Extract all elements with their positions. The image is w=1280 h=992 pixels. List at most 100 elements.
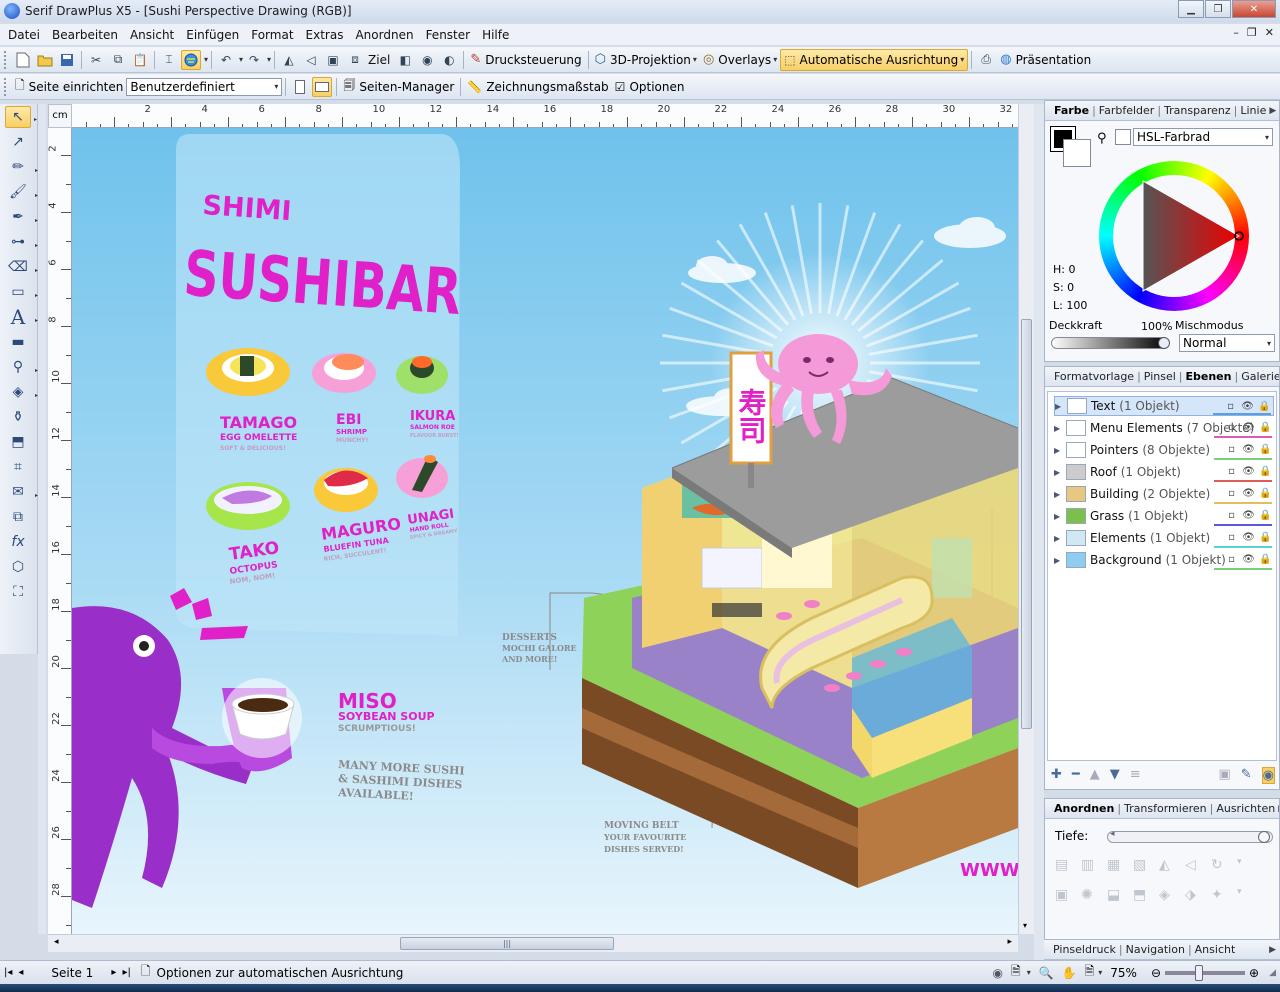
- layer-print-icon[interactable]: ▫: [1225, 531, 1238, 543]
- function-tool-icon[interactable]: fx: [5, 531, 31, 553]
- layer-row[interactable]: ▶ Roof (1 Objekt) ▫ 👁 🔒: [1054, 462, 1274, 482]
- eye-icon[interactable]: 👁: [1242, 553, 1255, 565]
- praesentation-button[interactable]: ◍ Präsentation: [997, 49, 1094, 71]
- intersect-icon[interactable]: ◉: [417, 50, 437, 70]
- layer-print-icon[interactable]: ▫: [1225, 487, 1238, 499]
- overlays-button[interactable]: ◎ Overlays ▾: [700, 49, 780, 71]
- first-page-button[interactable]: |◂: [4, 967, 12, 978]
- color-mode-select[interactable]: HSL-Farbrad ▾: [1133, 128, 1273, 146]
- web-globe-icon[interactable]: [181, 49, 201, 70]
- group-icon[interactable]: ▣: [323, 50, 343, 70]
- vertical-scrollbar[interactable]: ▾: [1018, 104, 1034, 934]
- exclude-shapes-icon[interactable]: ⬗: [1185, 887, 1211, 903]
- auto-ausrichtung-button[interactable]: ⬚ Automatische Ausrichtung ▾: [780, 48, 969, 71]
- layer-print-icon[interactable]: ▫: [1225, 509, 1238, 521]
- eye-icon[interactable]: 👁: [1242, 531, 1255, 543]
- zoom-out-icon[interactable]: ⊖: [1151, 966, 1161, 980]
- expand-arrow-icon[interactable]: ▶: [1054, 490, 1064, 499]
- tab-ansicht[interactable]: Ansicht: [1192, 943, 1239, 956]
- connector-tool-icon[interactable]: ⊶ ▸: [5, 231, 38, 253]
- hsl-color-wheel[interactable]: [1099, 161, 1249, 311]
- ungroup-icon[interactable]: ⧈: [345, 50, 365, 70]
- node-tool-icon[interactable]: ↗: [5, 131, 31, 153]
- combine-icon[interactable]: ◧: [395, 50, 415, 70]
- tab-pinseldruck[interactable]: Pinseldruck: [1050, 943, 1119, 956]
- print-icon[interactable]: ⎙: [976, 50, 996, 70]
- lock-icon[interactable]: 🔒: [1258, 400, 1271, 412]
- open-folder-icon[interactable]: [35, 50, 55, 70]
- tab-transformieren[interactable]: Transformieren: [1121, 802, 1210, 815]
- drucksteuerung-button[interactable]: ✎ Drucksteuerung: [467, 49, 584, 71]
- blend-mode-select[interactable]: Normal ▾: [1179, 334, 1275, 352]
- seiten-manager-button[interactable]: 🗐 Seiten-Manager: [340, 76, 457, 98]
- zoom-slider-thumb[interactable]: [1195, 964, 1204, 981]
- panel-menu-arrow[interactable]: ▶: [1269, 945, 1276, 955]
- layer-row[interactable]: ▶ Menu Elements (7 Objekte) ▫ 👁 🔒: [1054, 418, 1274, 438]
- toolbar-grip[interactable]: [4, 50, 8, 69]
- paste-icon[interactable]: 📋: [130, 50, 150, 70]
- resize-grip-icon[interactable]: ◢: [1269, 968, 1276, 978]
- flip-v-icon[interactable]: ◁: [1185, 857, 1211, 873]
- tab-navigation[interactable]: Navigation: [1123, 943, 1188, 956]
- crop-tool-icon[interactable]: ⌗: [5, 456, 31, 478]
- menu-ansicht[interactable]: Ansicht: [124, 28, 180, 42]
- dropper-tool-icon[interactable]: ⚲ ▸: [5, 356, 38, 378]
- menu-bearbeiten[interactable]: Bearbeiten: [46, 28, 124, 42]
- horizontal-scrollbar[interactable]: ◂ ||| ▸: [48, 934, 1018, 952]
- tab-ausrichten[interactable]: Ausrichten: [1213, 802, 1278, 815]
- doc-close-button[interactable]: ✕: [1265, 26, 1274, 39]
- move-layer-down-icon[interactable]: ▼: [1110, 767, 1120, 784]
- vertical-ruler[interactable]: 2 4 6 8 10 12 14 16 18 20 22 24 26 28: [48, 128, 72, 934]
- page-size-select[interactable]: Benutzerdefiniert ▾: [126, 77, 283, 96]
- text-tool-icon[interactable]: A ▸: [5, 305, 38, 329]
- toolbar-grip[interactable]: [4, 77, 8, 96]
- layer-print-icon[interactable]: ▫: [1224, 400, 1237, 412]
- join-icon[interactable]: ✺: [1081, 887, 1107, 903]
- eye-icon[interactable]: 👁: [1242, 487, 1255, 499]
- drawing-canvas[interactable]: SHIMI SUSHIBAR TAMAGO EGG OMELETTE SOFT …: [72, 128, 1018, 934]
- eyedropper-icon[interactable]: ⚲: [1097, 131, 1107, 146]
- layer-row[interactable]: ▶ Pointers (8 Objekte) ▫ 👁 🔒: [1054, 440, 1274, 460]
- zoom-in-icon[interactable]: ⊕: [1249, 966, 1259, 980]
- menu-format[interactable]: Format: [245, 28, 299, 42]
- splitter-left[interactable]: [38, 104, 46, 934]
- landscape-icon[interactable]: [312, 76, 333, 97]
- tab-pinsel[interactable]: Pinsel: [1141, 370, 1179, 383]
- scroll-left-arrow[interactable]: ◂: [54, 937, 59, 947]
- flip-h-icon[interactable]: ◭: [1159, 857, 1185, 873]
- stamp-tool-icon[interactable]: ⛶: [5, 581, 31, 603]
- format-painter-icon[interactable]: ⌶: [159, 50, 179, 70]
- layer-lock-toggle-icon[interactable]: ◉: [1261, 767, 1275, 784]
- horizontal-ruler[interactable]: 2 4 6 8 10 12 14 16 18 20 22 24 26 28 30 32: [72, 104, 1018, 128]
- view-options-icon[interactable]: 🗎: [1011, 962, 1021, 983]
- lock-icon[interactable]: 🔒: [1259, 465, 1272, 477]
- tab-formatvorlage[interactable]: Formatvorlage: [1051, 370, 1137, 383]
- transparency-tool-icon[interactable]: ⚱: [5, 406, 31, 428]
- optionen-button[interactable]: ☑ Optionen: [612, 76, 688, 98]
- layer-print-icon[interactable]: ▫: [1225, 443, 1238, 455]
- zoom-slider[interactable]: [1165, 964, 1246, 981]
- no-color-swatch[interactable]: [1115, 129, 1131, 145]
- pencil-tool-icon[interactable]: ✏ ▸: [5, 156, 38, 178]
- layer-row[interactable]: ▶ Text (1 Objekt) ▫ 👁 🔒: [1054, 396, 1274, 416]
- merge-layers-icon[interactable]: ▣: [1218, 767, 1230, 784]
- tab-anordnen[interactable]: Anordnen: [1051, 802, 1117, 815]
- redo-dropdown-arrow[interactable]: ▾: [267, 55, 271, 64]
- minimize-button[interactable]: ▁: [1178, 0, 1204, 18]
- copy-icon[interactable]: ⧉: [108, 50, 128, 70]
- tab-farbe[interactable]: Farbe: [1051, 104, 1092, 117]
- layer-properties-icon[interactable]: ✎: [1241, 767, 1252, 784]
- zoom-level[interactable]: 75%: [1110, 966, 1137, 980]
- lock-icon[interactable]: 🔒: [1259, 443, 1272, 455]
- pan-tool-icon[interactable]: ✋: [1062, 966, 1077, 980]
- depth-slider-thumb[interactable]: [1258, 831, 1270, 843]
- view-mode-icon[interactable]: ◉: [993, 966, 1003, 980]
- layer-row[interactable]: ▶ Building (2 Objekte) ▫ 👁 🔒: [1054, 484, 1274, 504]
- lock-icon[interactable]: 🔒: [1259, 531, 1272, 543]
- tab-transparenz[interactable]: Transparenz: [1161, 104, 1234, 117]
- next-page-button[interactable]: ▸: [111, 967, 116, 978]
- fill-line-swatch[interactable]: [1050, 126, 1091, 167]
- portrait-icon[interactable]: [290, 77, 310, 97]
- picture-tool-icon[interactable]: ▬: [5, 331, 31, 353]
- pen-tool-icon[interactable]: ✒ ▸: [5, 206, 38, 228]
